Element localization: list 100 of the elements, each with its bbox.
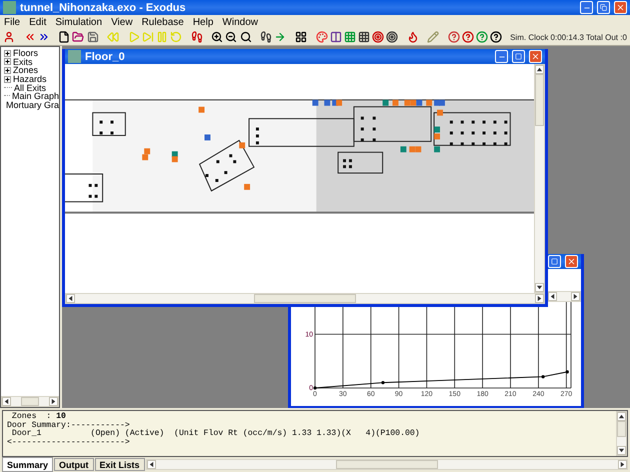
right-arrow-icon xyxy=(50,398,57,405)
restore-icon xyxy=(600,4,607,11)
minimize-button[interactable] xyxy=(580,1,593,14)
vertical-scrollbar[interactable] xyxy=(616,411,627,456)
right-arrow-icon xyxy=(536,295,543,302)
scroll-arrow-button[interactable] xyxy=(535,65,544,74)
menu-item[interactable]: Rulebase xyxy=(142,16,184,28)
right-arrow-icon xyxy=(619,461,626,468)
tab[interactable]: Output xyxy=(54,458,94,471)
scroll-arrow-button[interactable] xyxy=(571,292,580,301)
scroll-arrow-button[interactable] xyxy=(617,412,626,421)
expand-icon[interactable] xyxy=(4,50,11,57)
double-right-icon[interactable] xyxy=(38,31,50,43)
menu-item[interactable]: Help xyxy=(192,16,214,28)
menu-item[interactable]: Simulation xyxy=(55,16,102,28)
maximize-icon xyxy=(551,258,558,265)
open-folder-icon[interactable] xyxy=(72,31,84,43)
columns-icon[interactable] xyxy=(330,31,342,43)
tree-item[interactable]: Hazards xyxy=(13,74,47,84)
scroll-arrow-button[interactable] xyxy=(535,283,544,292)
grid-icon[interactable] xyxy=(294,31,307,43)
scroll-arrow-button[interactable] xyxy=(617,446,626,455)
left-arrow-icon xyxy=(148,461,155,468)
menu-item[interactable]: View xyxy=(111,16,133,28)
expand-icon[interactable] xyxy=(4,58,11,66)
grid-dots-icon[interactable] xyxy=(344,31,356,43)
target-icon[interactable] xyxy=(372,31,384,43)
close-button[interactable] xyxy=(529,50,542,63)
window-title: tunnel_Nihonzaka.exo - Exodus xyxy=(20,2,187,14)
search-icon[interactable] xyxy=(240,31,252,43)
point xyxy=(566,370,569,374)
tab[interactable]: Summary xyxy=(2,457,54,472)
floor-icon xyxy=(68,50,81,63)
tab[interactable]: Exit Lists xyxy=(94,458,145,471)
right-arrow-icon xyxy=(572,293,579,300)
point xyxy=(313,386,317,390)
left-arrow-icon xyxy=(3,398,10,405)
scroll-arrow-button[interactable] xyxy=(49,397,58,406)
tree-item[interactable]: Floors xyxy=(13,48,38,58)
save-icon[interactable] xyxy=(86,31,99,43)
menu-item[interactable]: Window xyxy=(222,16,258,28)
help-icon[interactable] xyxy=(448,31,460,43)
output-line: Door Summary:-----------> xyxy=(7,422,130,430)
close-icon xyxy=(616,3,625,12)
output-line: Door_1 (Open) (Active) (Unit Flov Rt (occ/m/s) 1.33 1.33)(X 4)(P100.00) xyxy=(10,430,421,438)
tree-item[interactable]: Exits xyxy=(13,56,33,67)
down-arrow-icon xyxy=(618,447,625,454)
tree-item[interactable]: Zones xyxy=(13,65,38,76)
menu-item[interactable]: File xyxy=(4,16,20,28)
vertical-scrollbar[interactable] xyxy=(534,64,545,293)
left-arrow-icon xyxy=(67,295,74,302)
down-arrow-icon xyxy=(536,284,543,291)
restore-button[interactable] xyxy=(597,1,610,14)
tree-item[interactable]: All Exits xyxy=(14,82,46,93)
maximize-button[interactable] xyxy=(548,255,561,268)
output-line: Zones : 10 xyxy=(10,413,67,422)
minimize-button[interactable] xyxy=(495,50,508,63)
scroll-thumb[interactable] xyxy=(254,294,356,303)
point xyxy=(541,375,545,378)
horizontal-scrollbar[interactable] xyxy=(1,396,59,407)
horizontal-scrollbar[interactable] xyxy=(146,459,628,470)
tree-item[interactable]: Mortuary Gra xyxy=(6,100,59,110)
scroll-thumb[interactable] xyxy=(617,421,626,437)
floor-window-title: Floor_0 xyxy=(85,50,126,62)
scroll-arrow-button[interactable] xyxy=(535,294,544,303)
footprints-icon[interactable] xyxy=(190,31,203,43)
zoom-out-icon[interactable] xyxy=(225,31,238,43)
point xyxy=(381,381,385,384)
maximize-icon xyxy=(515,53,522,60)
scroll-thumb[interactable] xyxy=(535,74,544,126)
expand-icon[interactable] xyxy=(4,76,11,83)
expand-icon[interactable] xyxy=(4,66,11,74)
close-icon xyxy=(567,257,576,266)
app-icon xyxy=(3,1,16,14)
scroll-arrow-button[interactable] xyxy=(2,397,11,406)
rings-icon[interactable] xyxy=(386,31,398,43)
scroll-arrow-button[interactable] xyxy=(548,292,557,301)
up-arrow-icon xyxy=(536,66,543,73)
palette-icon[interactable] xyxy=(316,31,328,43)
person-icon[interactable] xyxy=(3,31,16,43)
scroll-arrow-button[interactable] xyxy=(66,294,75,303)
up-arrow-icon xyxy=(618,413,625,420)
horizontal-scrollbar[interactable] xyxy=(65,293,545,304)
new-file-icon[interactable] xyxy=(58,31,70,43)
close-button[interactable] xyxy=(565,255,578,268)
zoom-in-icon[interactable] xyxy=(211,31,224,43)
left-arrow-icon xyxy=(549,293,556,300)
output-line: <-----------------------> xyxy=(7,438,131,447)
scroll-thumb[interactable] xyxy=(336,460,438,469)
scroll-arrow-button[interactable] xyxy=(146,460,156,469)
horizontal-scrollbar[interactable] xyxy=(547,291,581,302)
status-text: Sim. Clock 0:00:14.3 Total Out :0 xyxy=(510,32,627,42)
scroll-arrow-button[interactable] xyxy=(618,460,628,469)
scroll-thumb[interactable] xyxy=(21,397,39,406)
tree-item[interactable]: Main Graph xyxy=(12,91,59,102)
close-button[interactable] xyxy=(614,1,627,14)
close-icon xyxy=(531,52,540,61)
menu-item[interactable]: Edit xyxy=(29,16,46,28)
double-left-icon[interactable] xyxy=(24,31,36,43)
maximize-button[interactable] xyxy=(512,50,525,63)
